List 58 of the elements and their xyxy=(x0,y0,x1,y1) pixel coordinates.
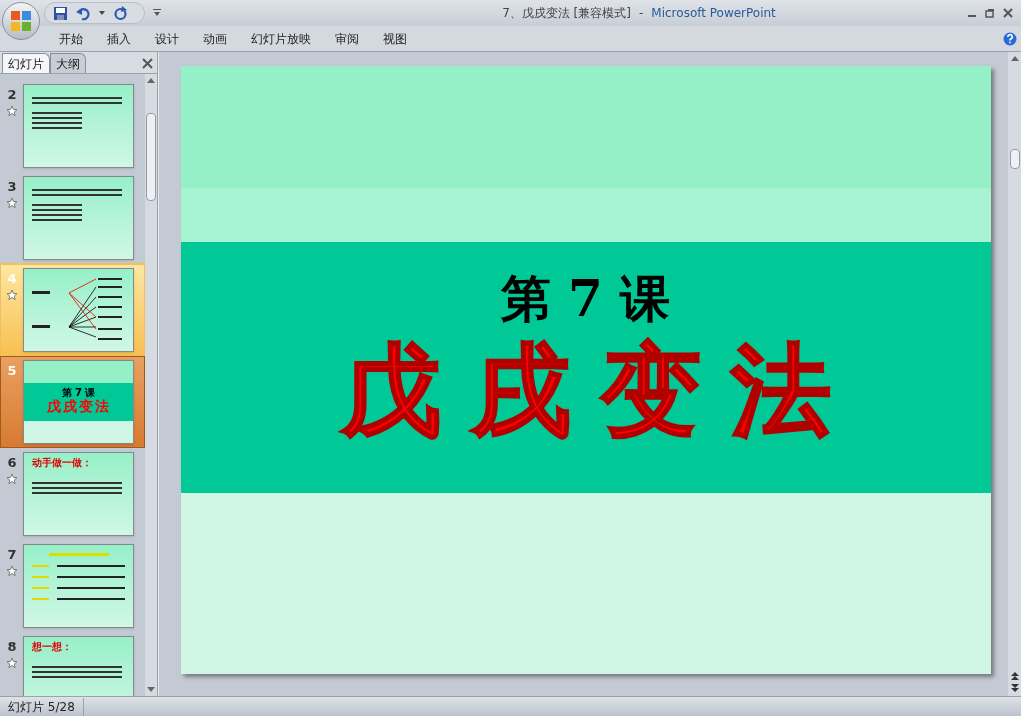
scroll-thumb[interactable] xyxy=(146,113,156,201)
scrollbar[interactable] xyxy=(145,74,157,696)
slide-number: 5 xyxy=(7,364,17,377)
thumbnail-heading: 想一想： xyxy=(31,641,73,654)
thumbnail-row[interactable]: 5 第 7 课 戊戌变法 xyxy=(0,356,145,448)
slide-number: 8 xyxy=(7,640,17,653)
slide-thumbnail[interactable] xyxy=(23,176,134,260)
thumbnail-title: 戊戌变法 xyxy=(46,398,111,416)
slide-thumbnail[interactable] xyxy=(23,84,134,168)
thumbnail-row[interactable]: 7 xyxy=(0,540,145,632)
scroll-up-icon[interactable] xyxy=(1010,56,1019,61)
thumbnail-heading: 第 7 课 xyxy=(61,388,96,399)
undo-icon[interactable] xyxy=(76,5,91,21)
slide-number: 6 xyxy=(7,456,17,469)
customize-toolbar-icon[interactable] xyxy=(153,9,161,17)
window-title: 7、戊戌变法 [兼容模式] xyxy=(502,5,631,22)
slide-title: 戊戌变法 xyxy=(339,331,861,451)
panel-tab[interactable]: 大纲 xyxy=(50,53,86,73)
close-icon[interactable] xyxy=(1003,8,1013,18)
redo-icon[interactable] xyxy=(113,5,128,21)
ribbon-tab[interactable]: 插入 xyxy=(104,27,134,50)
scroll-down-icon[interactable] xyxy=(147,687,155,692)
slide-number: 4 xyxy=(7,272,17,285)
thumbnail-row[interactable]: 6 动手做一做： xyxy=(0,448,145,540)
dropdown-caret-icon[interactable] xyxy=(99,11,105,15)
lesson-heading: 第 7 课 xyxy=(500,274,671,324)
ribbon-tab[interactable]: 幻灯片放映 xyxy=(248,27,314,50)
office-logo-icon xyxy=(10,10,32,32)
restore-icon[interactable] xyxy=(985,8,995,18)
thumbnail-row[interactable]: 2 xyxy=(0,80,145,172)
previous-slide-icon[interactable] xyxy=(1010,672,1019,680)
slide-number: 2 xyxy=(7,88,17,101)
help-icon[interactable] xyxy=(1003,31,1017,46)
thumbnail-row[interactable]: 3 xyxy=(0,172,145,264)
title-separator: - xyxy=(639,5,644,22)
slide-thumbnail[interactable]: 第 7 课 戊戌变法 xyxy=(23,360,134,444)
slide-thumbnail[interactable] xyxy=(23,544,134,628)
next-slide-icon[interactable] xyxy=(1010,684,1019,692)
ribbon-tab[interactable]: 视图 xyxy=(380,27,410,50)
thumbnail-row[interactable]: 8 想一想： xyxy=(0,632,145,696)
app-name: Microsoft PowerPoint xyxy=(651,5,776,22)
slide-thumbnail[interactable] xyxy=(23,268,134,352)
save-icon[interactable] xyxy=(53,5,68,21)
slide-counter: 幻灯片 5/28 xyxy=(0,697,84,716)
slide-thumbnail[interactable]: 动手做一做： xyxy=(23,452,134,536)
close-icon[interactable] xyxy=(142,58,153,69)
slide-number: 3 xyxy=(7,180,17,193)
slide-number: 7 xyxy=(7,548,17,561)
ribbon-tab[interactable]: 动画 xyxy=(200,27,230,50)
office-button[interactable] xyxy=(2,2,40,40)
ribbon-tab[interactable]: 审阅 xyxy=(332,27,362,50)
ribbon-tab[interactable]: 开始 xyxy=(56,27,86,50)
scroll-up-icon[interactable] xyxy=(147,78,155,83)
thumbnail-heading: 动手做一做： xyxy=(31,457,93,470)
scroll-thumb[interactable] xyxy=(1009,149,1020,169)
ribbon-tab[interactable]: 设计 xyxy=(152,27,182,50)
panel-tab[interactable]: 幻灯片 xyxy=(2,53,50,73)
slide-thumbnail[interactable]: 想一想： xyxy=(23,636,134,696)
